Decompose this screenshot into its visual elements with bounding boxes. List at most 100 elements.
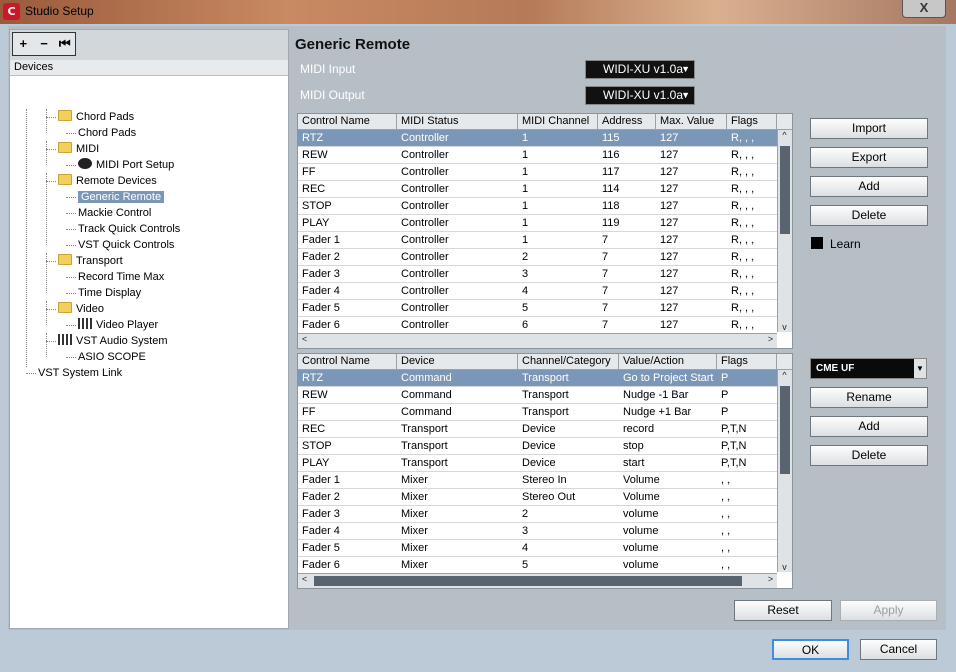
scroll-up-arrow[interactable]: ^ [778,370,791,380]
table-cell: volume [623,542,659,554]
table-row[interactable]: Fader 3 Mixer 2 volume , , [298,506,777,523]
tree-item[interactable]: ASIO SCOPE [78,349,146,365]
table-row[interactable]: RTZ Command Transport Go to Project Start P [298,370,777,387]
horizontal-scrollbar[interactable]: < > [298,573,777,588]
table-row[interactable]: Fader 6 Controller 6 7 127 R, , , [298,317,777,334]
table-row[interactable]: Fader 4 Controller 4 7 127 R, , , [298,283,777,300]
export-button[interactable]: Export [810,147,928,168]
column-header[interactable]: Control Name [298,114,397,129]
table-row[interactable]: Fader 3 Controller 3 7 127 R, , , [298,266,777,283]
table-row[interactable]: Fader 1 Mixer Stereo In Volume , , [298,472,777,489]
scroll-thumb[interactable] [780,386,790,474]
cancel-button[interactable]: Cancel [860,639,937,660]
table-row[interactable]: STOP Controller 1 118 127 R, , , [298,198,777,215]
scroll-down-arrow[interactable]: v [778,562,791,572]
column-header[interactable]: Channel/Category [518,354,619,369]
tree-item[interactable]: Generic Remote [78,189,165,205]
table-cell: 127 [660,234,679,246]
column-header[interactable]: Control Name [298,354,397,369]
tree-item[interactable]: Chord Pads [78,125,136,141]
learn-checkbox[interactable] [811,237,823,249]
tree-item[interactable]: MIDI Port Setup [78,157,174,173]
table-row[interactable]: Fader 5 Mixer 4 volume , , [298,540,777,557]
tree-item[interactable]: Track Quick Controls [78,221,180,237]
table-row[interactable]: Fader 1 Controller 1 7 127 R, , , [298,232,777,249]
tree-connector [46,181,56,182]
scroll-thumb[interactable] [314,576,742,586]
column-header[interactable]: Flags [717,354,777,369]
table-row[interactable]: PLAY Transport Device start P,T,N [298,455,777,472]
apply-button[interactable]: Apply [840,600,937,621]
close-button[interactable]: X [902,0,946,18]
title-bar: C Studio Setup X [0,0,956,24]
tree-item[interactable]: Mackie Control [78,205,151,221]
remove-device-button[interactable]: − [34,33,55,55]
tree-item[interactable]: Video [58,301,104,317]
table-row[interactable]: Fader 4 Mixer 3 volume , , [298,523,777,540]
vertical-scrollbar[interactable]: ^ v [777,370,792,572]
delete-control-button[interactable]: Delete [810,205,928,226]
add-command-button[interactable]: Add [810,416,928,437]
horizontal-scrollbar[interactable]: < > [298,333,777,348]
table-cell: Mixer [401,474,428,486]
tree-connector [46,309,56,310]
tree-item[interactable]: Video Player [78,317,158,333]
scroll-right-arrow[interactable]: > [764,574,777,584]
table-row[interactable]: REC Controller 1 114 127 R, , , [298,181,777,198]
table-row[interactable]: Fader 5 Controller 5 7 127 R, , , [298,300,777,317]
tree-item[interactable]: Time Display [78,285,141,301]
table-cell: 5 [522,302,529,314]
add-device-button[interactable]: + [13,33,34,55]
table-row[interactable]: Fader 2 Controller 2 7 127 R, , , [298,249,777,266]
column-header[interactable]: Flags [727,114,777,129]
scroll-left-arrow[interactable]: < [298,574,311,584]
tree-item[interactable]: MIDI [58,141,99,157]
table-cell: R, , , [731,268,755,280]
table-cell: Command [401,372,452,384]
column-header[interactable]: Value/Action [619,354,717,369]
column-header[interactable]: Max. Value [656,114,727,129]
delete-command-button[interactable]: Delete [810,445,928,466]
tree-item[interactable]: VST Quick Controls [78,237,174,253]
table-row[interactable]: FF Controller 1 117 127 R, , , [298,164,777,181]
scroll-left-arrow[interactable]: < [298,334,311,344]
preset-select[interactable]: CME UF ▼ [810,358,927,379]
column-header[interactable]: Device [397,354,518,369]
import-button[interactable]: Import [810,118,928,139]
table-row[interactable]: REW Controller 1 116 127 R, , , [298,147,777,164]
ok-button[interactable]: OK [772,639,849,660]
reset-button[interactable]: Reset [734,600,832,621]
table-cell: Command [401,406,452,418]
add-control-button[interactable]: Add [810,176,928,197]
video-player-icon [78,318,92,329]
rename-button[interactable]: Rename [810,387,928,408]
scroll-down-arrow[interactable]: v [778,322,791,332]
tree-item[interactable]: Record Time Max [78,269,164,285]
table-row[interactable]: FF Command Transport Nudge +1 Bar P [298,404,777,421]
tree-item[interactable]: Transport [58,253,123,269]
tree-item[interactable]: Chord Pads [58,109,134,125]
column-header[interactable]: Address [598,114,656,129]
reset-device-button[interactable]: ⏮ [54,33,75,55]
table-row[interactable]: Fader 2 Mixer Stereo Out Volume , , [298,489,777,506]
window-title: Studio Setup [25,4,94,18]
table-row[interactable]: Fader 6 Mixer 5 volume , , [298,557,777,574]
table-row[interactable]: REC Transport Device record P,T,N [298,421,777,438]
scroll-thumb[interactable] [780,146,790,234]
table-row[interactable]: REW Command Transport Nudge -1 Bar P [298,387,777,404]
scroll-up-arrow[interactable]: ^ [778,130,791,140]
midi-input-select[interactable]: WIDI-XU v1.0a ▼ [585,60,695,79]
column-header[interactable]: MIDI Status [397,114,518,129]
table-row[interactable]: RTZ Controller 1 115 127 R, , , [298,130,777,147]
table-row[interactable]: STOP Transport Device stop P,T,N [298,438,777,455]
midi-output-select[interactable]: WIDI-XU v1.0a ▼ [585,86,695,105]
tree-connector [66,197,76,198]
tree-item[interactable]: VST Audio System [58,333,168,349]
column-header[interactable]: MIDI Channel [518,114,598,129]
scroll-right-arrow[interactable]: > [764,334,777,344]
vertical-scrollbar[interactable]: ^ v [777,130,792,332]
table-cell: Stereo In [522,474,567,486]
tree-item[interactable]: Remote Devices [58,173,157,189]
tree-item[interactable]: VST System Link [38,365,122,381]
table-row[interactable]: PLAY Controller 1 119 127 R, , , [298,215,777,232]
